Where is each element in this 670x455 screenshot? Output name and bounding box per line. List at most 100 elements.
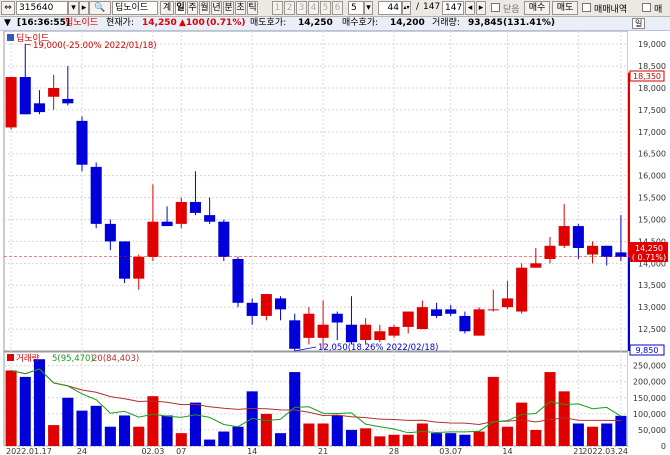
volume-tick-label: 200,000: [633, 378, 666, 387]
scale-button[interactable]: 일: [632, 18, 646, 29]
volume-bar: [260, 413, 272, 446]
volume-legend-swatch: [7, 354, 14, 361]
period-tab[interactable]: 주: [187, 1, 198, 15]
price-tick-label: 12,500: [638, 325, 666, 334]
count-prev-icon[interactable]: ▸: [476, 1, 486, 15]
volume-bar: [374, 436, 386, 446]
price-tick-label: 15,500: [638, 194, 666, 203]
candle-body: [260, 294, 272, 316]
volume-bar: [402, 434, 414, 446]
close-label: 닫음: [503, 5, 520, 15]
buy-button[interactable]: 매수: [524, 1, 550, 15]
candle-body: [459, 315, 471, 332]
close-checkbox[interactable]: [491, 3, 500, 12]
price-legend-swatch: [7, 34, 14, 41]
volume-bar: [19, 376, 31, 446]
volume-bar: [147, 396, 159, 446]
quote-info-bar: ▼ [16:36:55] 딥노이드 현재가: 14,250 ▲100 (0.71…: [0, 17, 670, 31]
bottom-price-tag: 9,850: [629, 344, 665, 356]
volume-tick-label: 0: [661, 442, 666, 451]
stock-code-input[interactable]: 315640: [16, 1, 68, 15]
extra-checkbox[interactable]: [642, 3, 651, 12]
count-total-field[interactable]: 147: [442, 1, 464, 15]
price-tick-label: 15,000: [638, 215, 666, 224]
date-x-axis: 2022.01.17 24 02.03 07 14 21 28 03.07 14 212022.0…: [6, 447, 628, 455]
trade-history-checkbox[interactable]: [582, 3, 591, 12]
candle-body: [33, 103, 45, 113]
candle-body: [62, 98, 74, 104]
code-dropdown-icon[interactable]: ▾: [68, 1, 79, 15]
volume-bar: [62, 397, 74, 446]
volume-tick-label: 150,000: [633, 394, 666, 403]
sell-button[interactable]: 매도: [552, 1, 578, 15]
period-tab[interactable]: 틱: [247, 1, 258, 15]
stock-chart[interactable]: 19,000 18,500 18,000 17,500 17,000 16,500 16,0…: [0, 31, 670, 455]
ma5-legend-label: 5(95,470): [52, 354, 94, 364]
top-price-tag: 18,350: [629, 70, 665, 82]
count-input[interactable]: 44: [378, 1, 402, 15]
candle-body: [501, 298, 513, 308]
candle-body: [218, 221, 230, 257]
volume-bar: [275, 433, 287, 446]
candle-body: [275, 298, 287, 310]
candle-body: [104, 223, 116, 242]
candle-body: [48, 87, 60, 97]
interval-tab[interactable]: 5: [320, 1, 331, 15]
period-tab[interactable]: 일: [175, 1, 186, 15]
volume-bar: [48, 425, 60, 446]
volume-bar: [388, 434, 400, 446]
trade-history-label: 매매내역: [594, 5, 628, 15]
interval-dropdown-icon[interactable]: ▾: [364, 1, 373, 15]
volume-tick-label: 100,000: [633, 410, 666, 419]
volume-bar: [119, 415, 131, 446]
bid-price: 14,200: [390, 18, 425, 28]
candle-body: [530, 263, 542, 268]
candle-body: [615, 252, 627, 257]
candle-body: [76, 120, 88, 165]
candle-body: [601, 245, 613, 257]
count-next-icon[interactable]: ◂: [465, 1, 475, 15]
search-icon[interactable]: 🔍: [89, 1, 111, 15]
date-tick-label: 21: [318, 447, 328, 455]
volume-bar: [345, 429, 357, 446]
date-tick-label: 03.07: [439, 447, 462, 455]
price-tick-label: 17,000: [638, 128, 666, 137]
interval-tab[interactable]: 1: [272, 1, 283, 15]
interval-select[interactable]: 5: [348, 1, 364, 15]
period-tab[interactable]: 년: [211, 1, 222, 15]
play-icon[interactable]: ▸: [79, 1, 89, 15]
candle-body: [416, 307, 428, 330]
price-tick-label: 13,500: [638, 281, 666, 290]
volume-bar: [90, 405, 102, 446]
candle-body: [445, 309, 457, 314]
svg-text:9,850: 9,850: [636, 346, 659, 355]
interval-tab[interactable]: 6: [332, 1, 343, 15]
candle-body: [204, 215, 216, 222]
volume-bar: [459, 434, 471, 446]
volume-bar: [501, 426, 513, 446]
date-tick-label: 14: [247, 447, 257, 455]
candle-body: [473, 309, 485, 336]
interval-tab[interactable]: 2: [284, 1, 295, 15]
date-tick-label: 24: [77, 447, 87, 455]
ma20-legend-label: 20(84,403): [92, 354, 139, 364]
interval-tab[interactable]: 3: [296, 1, 307, 15]
candle-body: [189, 201, 201, 213]
info-menu-icon[interactable]: ▼: [4, 17, 11, 30]
price-tick-label: 19,000: [638, 40, 666, 49]
date-tick-label: 07: [176, 447, 186, 455]
candle-body: [147, 221, 159, 257]
interval-tab[interactable]: 4: [308, 1, 319, 15]
count-stepper-icon[interactable]: ▴▾: [402, 1, 411, 15]
volume-bar: [601, 423, 613, 446]
max-price-annotation: 19,000(-25.00% 2022/01/18): [33, 41, 157, 51]
ask-price: 14,250: [298, 18, 333, 28]
toolbar: ⇔ 315640 ▾ ▸ 🔍 딥노이드 계일주월년분초틱 123456 5 ▾ …: [0, 0, 670, 17]
pin-icon[interactable]: ⇔: [1, 1, 15, 15]
period-tab[interactable]: 초: [235, 1, 246, 15]
svg-text:14,250: 14,250: [635, 244, 663, 253]
period-tab[interactable]: 분: [223, 1, 234, 15]
period-tab[interactable]: 월: [199, 1, 210, 15]
period-tab[interactable]: 계: [160, 1, 174, 15]
current-price-tag: 14,250 ( 0.71%): [630, 242, 668, 262]
